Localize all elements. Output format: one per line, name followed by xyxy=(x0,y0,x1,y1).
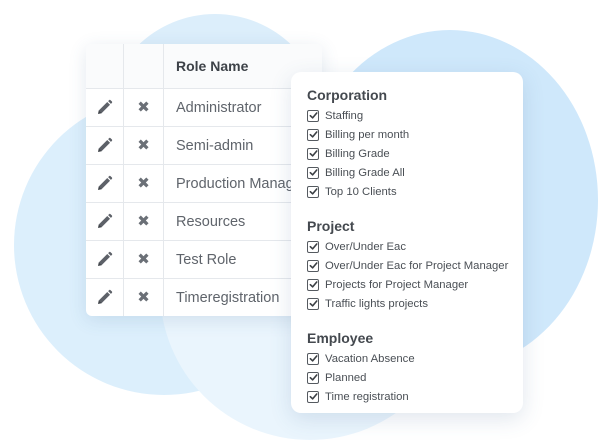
table-row: ✖ Timeregistration xyxy=(86,278,322,316)
permission-label: Time registration xyxy=(325,390,409,403)
checkbox[interactable] xyxy=(307,259,319,272)
pencil-icon xyxy=(96,289,113,306)
check-icon xyxy=(309,130,318,139)
check-icon xyxy=(309,149,318,158)
checkbox[interactable] xyxy=(307,390,319,403)
permission-item[interactable]: Vacation Absence xyxy=(307,349,523,368)
permission-label: Staffing xyxy=(325,109,364,122)
edit-role-button[interactable] xyxy=(86,241,124,278)
permission-item[interactable]: Staffing xyxy=(307,106,523,125)
delete-role-button[interactable]: ✖ xyxy=(124,279,164,316)
permission-group-title: Corporation xyxy=(307,87,388,103)
permission-label: Billing Grade All xyxy=(325,166,405,179)
checkbox[interactable] xyxy=(307,297,319,310)
permission-label: Top 10 Clients xyxy=(325,185,397,198)
permission-item[interactable]: Projects for Project Manager xyxy=(307,275,523,294)
delete-role-button[interactable]: ✖ xyxy=(124,127,164,164)
table-row: ✖ Semi-admin xyxy=(86,126,322,164)
checkbox[interactable] xyxy=(307,371,319,384)
edit-role-button[interactable] xyxy=(86,127,124,164)
checkbox[interactable] xyxy=(307,352,319,365)
checkbox[interactable] xyxy=(307,166,319,179)
permission-group: Corporation Staffing Billing per month Bill… xyxy=(307,85,523,201)
table-row: ✖ Production Manager xyxy=(86,164,322,202)
checkbox[interactable] xyxy=(307,147,319,160)
permission-item[interactable]: Billing per month xyxy=(307,125,523,144)
x-icon: ✖ xyxy=(137,175,150,192)
permission-item[interactable]: Top 10 Clients xyxy=(307,182,523,201)
permissions-panel: Corporation Staffing Billing per month Bill… xyxy=(291,72,523,413)
x-icon: ✖ xyxy=(137,99,150,116)
header-delete-column xyxy=(124,44,164,88)
checkbox[interactable] xyxy=(307,278,319,291)
permission-item[interactable]: Billing Grade All xyxy=(307,163,523,182)
permission-label: Billing per month xyxy=(325,128,410,141)
edit-role-button[interactable] xyxy=(86,165,124,202)
pencil-icon xyxy=(96,137,113,154)
check-icon xyxy=(309,354,318,363)
permission-label: Traffic lights projects xyxy=(325,297,428,310)
permission-item[interactable]: Planned xyxy=(307,368,523,387)
check-icon xyxy=(309,111,318,120)
check-icon xyxy=(309,261,318,270)
table-row: ✖ Test Role xyxy=(86,240,322,278)
permission-label: Vacation Absence xyxy=(325,352,415,365)
check-icon xyxy=(309,373,318,382)
permission-group-title: Project xyxy=(307,218,355,234)
x-icon: ✖ xyxy=(137,137,150,154)
permission-item[interactable]: Billing Grade xyxy=(307,144,523,163)
delete-role-button[interactable]: ✖ xyxy=(124,203,164,240)
permission-label: Planned xyxy=(325,371,367,384)
edit-role-button[interactable] xyxy=(86,203,124,240)
delete-role-button[interactable]: ✖ xyxy=(124,89,164,126)
edit-role-button[interactable] xyxy=(86,279,124,316)
check-icon xyxy=(309,242,318,251)
edit-role-button[interactable] xyxy=(86,89,124,126)
check-icon xyxy=(309,299,318,308)
permission-item[interactable]: Traffic lights projects xyxy=(307,294,523,313)
header-edit-column xyxy=(86,44,124,88)
x-icon: ✖ xyxy=(137,251,150,268)
check-icon xyxy=(309,392,318,401)
permission-label: Over/Under Eac for Project Manager xyxy=(325,259,509,272)
table-row: ✖ Resources xyxy=(86,202,322,240)
pencil-icon xyxy=(96,251,113,268)
checkbox[interactable] xyxy=(307,185,319,198)
checkbox[interactable] xyxy=(307,240,319,253)
permission-label: Over/Under Eac xyxy=(325,240,406,253)
permission-group: Employee Vacation Absence Planned Time regi… xyxy=(307,328,523,406)
permission-group-title: Employee xyxy=(307,330,374,346)
permission-item[interactable]: Over/Under Eac for Project Manager xyxy=(307,256,523,275)
table-row: ✖ Administrator xyxy=(86,88,322,126)
pencil-icon xyxy=(96,99,113,116)
roles-table: Role Name ✖ Administrator ✖ Semi-admin ✖ Prod… xyxy=(86,44,322,316)
pencil-icon xyxy=(96,213,113,230)
permission-item[interactable]: Time registration xyxy=(307,387,523,406)
pencil-icon xyxy=(96,175,113,192)
check-icon xyxy=(309,187,318,196)
permission-label: Billing Grade xyxy=(325,147,390,160)
check-icon xyxy=(309,280,318,289)
x-icon: ✖ xyxy=(137,213,150,230)
checkbox[interactable] xyxy=(307,128,319,141)
permission-item[interactable]: Over/Under Eac xyxy=(307,237,523,256)
delete-role-button[interactable]: ✖ xyxy=(124,241,164,278)
checkbox[interactable] xyxy=(307,109,319,122)
x-icon: ✖ xyxy=(137,289,150,306)
delete-role-button[interactable]: ✖ xyxy=(124,165,164,202)
permission-group: Project Over/Under Eac Over/Under Eac for … xyxy=(307,216,523,313)
permission-label: Projects for Project Manager xyxy=(325,278,469,291)
table-header-row: Role Name xyxy=(86,44,322,88)
check-icon xyxy=(309,168,318,177)
